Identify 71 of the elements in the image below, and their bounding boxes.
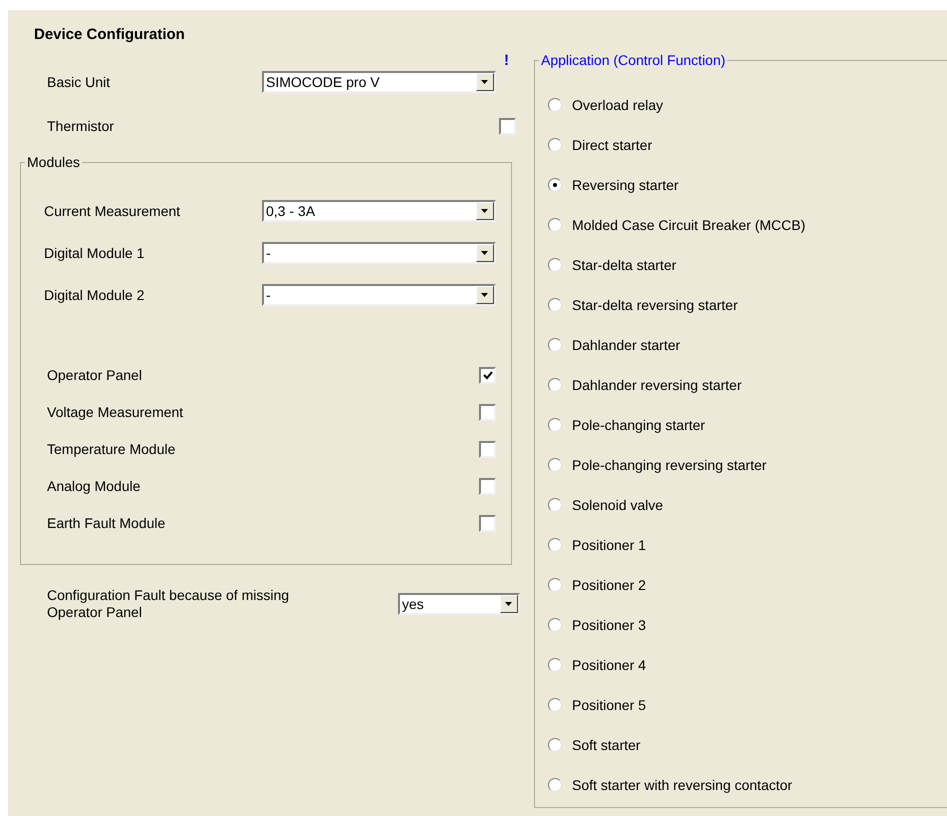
field-label: Thermistor	[47, 116, 114, 136]
radio-option[interactable]: Star-delta starter	[548, 253, 947, 277]
field-label: Operator Panel	[47, 366, 142, 385]
radio-button[interactable]	[548, 338, 562, 352]
caret-icon[interactable]	[500, 595, 518, 613]
field-label: Configuration Fault because of missing Operator Panel	[47, 587, 290, 621]
dropdown[interactable]: 0,3 - 3A	[262, 200, 496, 222]
radio-option[interactable]: Pole-changing reversing starter	[548, 453, 947, 477]
radio-button[interactable]	[548, 578, 562, 592]
caret-icon[interactable]	[476, 202, 494, 220]
caret-icon[interactable]	[476, 73, 494, 91]
checkbox[interactable]	[479, 514, 496, 532]
dropdown[interactable]: SIMOCODE pro V	[262, 71, 496, 93]
checkbox[interactable]	[499, 118, 516, 134]
field-label: Current Measurement	[44, 202, 182, 220]
radio-button[interactable]	[548, 618, 562, 632]
radio-option[interactable]: Direct starter	[548, 133, 947, 157]
field-label: Earth Fault Module	[47, 514, 166, 532]
checkbox[interactable]	[479, 404, 496, 420]
radio-option[interactable]: Dahlander reversing starter	[548, 373, 947, 397]
radio-option[interactable]: Dahlander starter	[548, 333, 947, 357]
radio-button[interactable]	[548, 378, 562, 392]
radio-button[interactable]	[548, 658, 562, 672]
radio-option[interactable]: Solenoid valve	[548, 493, 947, 517]
checkbox[interactable]	[479, 366, 496, 384]
radio-option[interactable]: Soft starter with reversing contactor	[548, 773, 947, 797]
field-label: Analog Module	[47, 476, 140, 496]
radio-button[interactable]	[548, 258, 562, 272]
radio-button[interactable]	[548, 178, 562, 192]
field-label: Temperature Module	[47, 440, 176, 459]
dropdown-value: yes	[401, 597, 425, 611]
dropdown-value: -	[265, 246, 272, 260]
radio-button[interactable]	[548, 778, 562, 792]
field-label: Voltage Measurement	[47, 402, 184, 422]
radio-button[interactable]	[548, 298, 562, 312]
radio-button[interactable]	[548, 418, 562, 432]
radio-option[interactable]: Positioner 5	[548, 693, 947, 717]
dropdown-value: 0,3 - 3A	[265, 204, 316, 218]
radio-option[interactable]: Positioner 4	[548, 653, 947, 677]
dropdown[interactable]: -	[262, 284, 496, 306]
check-icon	[482, 370, 492, 380]
radio-button[interactable]	[548, 498, 562, 512]
radio-button[interactable]	[548, 138, 562, 152]
section-title: Device Configuration	[34, 25, 186, 44]
dropdown-value: SIMOCODE pro V	[265, 75, 381, 89]
warning-icon: !	[504, 50, 512, 72]
radio-option[interactable]: Reversing starter	[548, 173, 947, 197]
dropdown[interactable]: yes	[398, 593, 520, 615]
radio-button[interactable]	[548, 698, 562, 712]
radio-option[interactable]: Soft starter	[548, 733, 947, 757]
field-label: Digital Module 2	[44, 286, 146, 305]
radio-button[interactable]	[548, 218, 562, 232]
checkbox[interactable]	[479, 440, 496, 458]
dropdown[interactable]: -	[262, 242, 496, 264]
radio-option[interactable]: Positioner 2	[548, 573, 947, 597]
radio-option[interactable]: Positioner 1	[548, 533, 947, 557]
radio-button[interactable]	[548, 458, 562, 472]
field-label: Digital Module 1	[44, 244, 146, 263]
field-label: Basic Unit	[47, 72, 112, 92]
radio-button[interactable]	[548, 98, 562, 112]
radio-option[interactable]: Star-delta reversing starter	[548, 293, 947, 317]
dropdown-value: -	[265, 288, 272, 302]
checkbox[interactable]	[479, 478, 496, 494]
radio-button[interactable]	[548, 538, 562, 552]
radio-option[interactable]: Overload relay	[548, 93, 947, 117]
radio-button[interactable]	[548, 738, 562, 752]
radio-option[interactable]: Pole-changing starter	[548, 413, 947, 437]
radio-option[interactable]: Molded Case Circuit Breaker (MCCB)	[548, 213, 947, 237]
caret-icon[interactable]	[476, 286, 494, 304]
caret-icon[interactable]	[476, 244, 494, 262]
radio-option[interactable]: Positioner 3	[548, 613, 947, 637]
